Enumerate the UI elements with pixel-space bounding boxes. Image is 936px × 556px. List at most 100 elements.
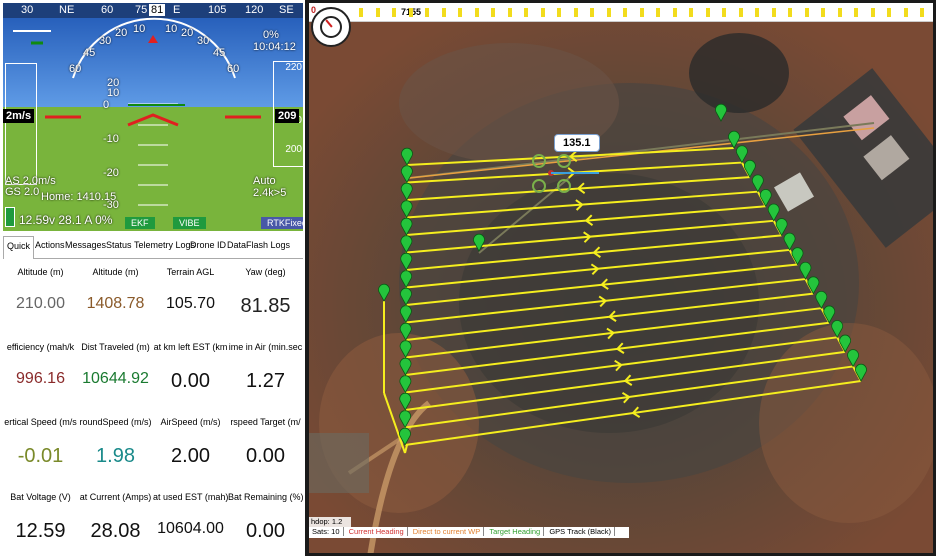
progress-tick <box>656 8 660 17</box>
quick-item-value: 105.70 <box>166 295 215 312</box>
progress-tick <box>524 8 528 17</box>
quick-item[interactable]: ertical Speed (m/s -0.01 <box>3 415 78 468</box>
quick-item[interactable]: Altitude (m) 1408.78 <box>78 265 153 313</box>
pitch-label: -20 <box>103 167 119 179</box>
progress-tick <box>788 8 792 17</box>
progress-tick <box>375 8 380 17</box>
altitude-tick: 220 <box>285 62 302 73</box>
legend-current-heading: Current Heading <box>346 527 408 536</box>
tab-status[interactable]: Status <box>106 240 132 250</box>
quick-item-label: Bat Voltage (V) <box>10 492 71 502</box>
map-view[interactable]: 0 7155 135.1 hdop: 1.2 Sats: 10 Current … <box>309 3 933 553</box>
hud-clock: 10:04:12 <box>253 41 296 53</box>
quick-item-value: 10644.92 <box>82 370 149 387</box>
quick-item-label: rspeed Target (m/ <box>230 417 301 427</box>
quick-item[interactable]: AirSpeed (m/s) 2.00 <box>153 415 228 468</box>
quick-item-value: 996.16 <box>16 370 65 387</box>
quick-item[interactable]: at km left EST (km 0.00 <box>153 340 228 393</box>
quick-panel: Altitude (m) 210.00 Altitude (m) 1408.78 Ter… <box>3 259 303 553</box>
quick-item-label: Bat Remaining (%) <box>228 492 303 502</box>
quick-item-value: 10604.00 <box>157 520 224 537</box>
quick-item-value: 2.00 <box>171 445 210 467</box>
tab-messages[interactable]: Messages <box>65 240 106 250</box>
tab-actions[interactable]: Actions <box>35 240 65 250</box>
quick-item[interactable]: Dist Traveled (m) 10644.92 <box>78 340 153 388</box>
gps-status-badge: RTKFixed <box>261 217 303 229</box>
pitch-label: -10 <box>103 133 119 145</box>
roll-label: 20 <box>115 27 128 39</box>
quick-item[interactable]: at Current (Amps) 28.08 <box>78 490 153 543</box>
quick-item[interactable]: efficiency (mah/k 996.16 <box>3 340 78 388</box>
quick-item-value: 1408.78 <box>86 295 145 312</box>
roll-label: 10 <box>133 23 146 35</box>
hud: 30 NE 60 75 81 E 105 120 SE 60 45 30 20 … <box>3 3 303 231</box>
quick-item-label: at Current (Amps) <box>79 492 152 502</box>
progress-tick <box>705 8 710 17</box>
groundspeed-line: GS 2.0 <box>5 186 40 198</box>
roll-label: 45 <box>83 47 96 59</box>
roll-label: 60 <box>69 63 82 75</box>
progress-tick <box>557 8 561 17</box>
quick-item-value: 0.00 <box>246 520 285 542</box>
tab-drone-id[interactable]: Drone ID <box>190 240 226 250</box>
progress-tick <box>590 8 594 17</box>
ekf-badge[interactable]: EKF <box>125 217 155 229</box>
quick-item[interactable]: Terrain AGL 105.70 <box>153 265 228 313</box>
progress-tick <box>903 8 908 17</box>
tab-telemetry-logs[interactable]: Telemetry Logs <box>134 240 195 250</box>
home-line: Home: 1410.15 <box>41 191 117 203</box>
quick-item-label: AirSpeed (m/s) <box>160 417 221 427</box>
quick-item-value: 12.59 <box>15 520 66 542</box>
quick-item[interactable]: Altitude (m) 210.00 <box>3 265 78 313</box>
progress-tick <box>771 8 776 17</box>
quick-item[interactable]: Yaw (deg) 81.85 <box>228 265 303 318</box>
battery-line: 12.59v 28.1 A 0% <box>19 213 113 227</box>
roll-label: 10 <box>165 23 178 35</box>
progress-tick <box>540 8 545 17</box>
quick-item[interactable]: rspeed Target (m/0.00 <box>228 415 303 468</box>
progress-tick <box>722 8 726 17</box>
battery-icon <box>5 207 15 227</box>
progress-tick <box>854 8 858 17</box>
roll-label: 60 <box>227 63 240 75</box>
pitch-label: 10 <box>107 87 120 99</box>
legend-row: Sats: 10 Current Heading Direct to curre… <box>309 527 629 538</box>
progress-tick <box>441 8 446 17</box>
quick-item-value: 1.98 <box>96 445 135 467</box>
quick-item-value: 210.00 <box>16 295 65 312</box>
progress-tick <box>507 8 512 17</box>
roll-label: 30 <box>197 35 210 47</box>
progress-tick <box>573 8 578 17</box>
quick-item-value: 0.00 <box>171 370 210 392</box>
sats-readout: Sats: 10 <box>309 527 344 536</box>
quick-item[interactable]: roundSpeed (m/s) 1.98 <box>78 415 153 468</box>
quick-item[interactable]: ime in Air (min.sec 1.27 <box>228 340 303 393</box>
quick-item-value: 81.85 <box>240 295 291 317</box>
roll-label: 45 <box>213 47 226 59</box>
progress-tick <box>392 8 396 17</box>
quick-item-value: -0.01 <box>17 445 64 467</box>
roll-label: 30 <box>99 35 112 47</box>
quick-item-value: 1.27 <box>246 370 285 392</box>
quick-item[interactable]: at used EST (mah) 10604.00 <box>153 490 228 538</box>
waypoint-distance-label: 135.1 <box>554 134 600 152</box>
progress-tick <box>408 8 413 17</box>
progress-tick <box>458 8 462 17</box>
quick-item-label: Dist Traveled (m) <box>81 342 150 352</box>
progress-tick <box>623 8 627 17</box>
progress-tick <box>804 8 809 17</box>
heading-compass <box>311 7 351 47</box>
flight-mode: Auto <box>253 175 276 187</box>
progress-tick <box>887 8 891 17</box>
progress-tick <box>359 8 363 17</box>
hud-percent: 0% <box>263 29 279 41</box>
vibe-badge[interactable]: VIBE <box>173 217 206 229</box>
quick-item[interactable]: Bat Voltage (V) 12.59 <box>3 490 78 543</box>
speed-tape <box>5 63 37 185</box>
quick-item-label: ime in Air (min.sec <box>228 342 303 352</box>
quick-item-label: efficiency (mah/k <box>6 342 75 352</box>
tab-dataflash-logs[interactable]: DataFlash Logs <box>227 240 290 250</box>
quick-item-label: at km left EST (km <box>153 342 228 352</box>
progress-tick <box>606 8 611 17</box>
quick-item[interactable]: Bat Remaining (%) 0.00 <box>228 490 303 543</box>
